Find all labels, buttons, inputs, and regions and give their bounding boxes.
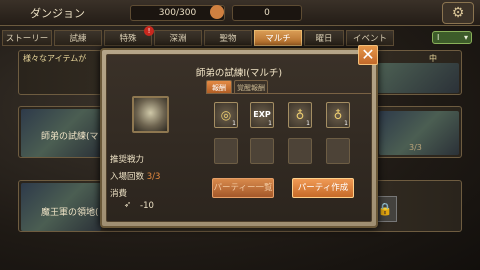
page-select[interactable]: I ▾	[432, 31, 472, 44]
create-party-button[interactable]: パーティ作成	[292, 178, 354, 198]
dungeon-name: 魔王軍の領地(し	[41, 208, 108, 218]
cost-label: 消費	[110, 189, 128, 199]
tab-story[interactable]: ストーリー	[2, 30, 52, 46]
reward-tabs: 報酬 覚醒報酬	[206, 80, 371, 94]
reward-slot[interactable]: ♁ 1	[326, 102, 350, 128]
tab-awakening-reward[interactable]: 覚醒報酬	[234, 80, 268, 94]
tab-weekday[interactable]: 曜日	[304, 30, 344, 46]
tab-special[interactable]: 特殊!	[104, 26, 154, 46]
reward-slot[interactable]: EXP 1	[250, 102, 274, 128]
banner-text: 様々なアイテムが	[23, 54, 87, 63]
tab-event[interactable]: イベント	[346, 30, 394, 46]
tab-reward[interactable]: 報酬	[206, 80, 232, 94]
notification-badge: !	[144, 26, 154, 36]
add-stamina-icon[interactable]	[210, 5, 224, 19]
tab-relic[interactable]: 聖物	[204, 30, 252, 46]
dungeon-name: 師弟の試練(マ	[41, 132, 99, 142]
stamina-cost-icon: ➶	[124, 200, 132, 210]
reward-slot[interactable]: ◎ 1	[214, 102, 238, 128]
entries-value: 3/3	[146, 172, 161, 182]
menu-button[interactable]: ⚙	[442, 2, 474, 24]
currency-value: 0	[264, 8, 270, 18]
reward-slot[interactable]: ♁ 1	[288, 102, 312, 128]
empty-reward-slot	[326, 138, 350, 164]
currency-counter: 0	[232, 5, 302, 21]
party-list-button[interactable]: パーティー一覧	[212, 178, 274, 198]
chevron-down-icon: ▾	[463, 33, 468, 42]
stamina-value: 300/300	[158, 8, 197, 18]
close-icon: ✕	[361, 45, 375, 64]
tab-trial[interactable]: 試練	[54, 30, 102, 46]
empty-reward-slot	[250, 138, 274, 164]
entry-progress: 3/3	[409, 143, 422, 152]
tab-multi[interactable]: マルチ	[254, 30, 302, 46]
empty-reward-slot	[214, 138, 238, 164]
top-bar: ダンジョン 300/300 0 ⚙	[0, 0, 480, 26]
page-title: ダンジョン	[30, 7, 85, 20]
entries-label: 入場回数 3/3	[110, 172, 161, 182]
cost-value: -10	[140, 201, 154, 211]
boss-portrait	[132, 96, 169, 133]
power-label: 推奨戦力	[110, 155, 145, 165]
empty-reward-slot	[288, 138, 312, 164]
gear-icon: ⚙	[451, 5, 465, 21]
dialog-title: 師弟の試練I(マルチ)	[195, 68, 283, 79]
tab-abyss[interactable]: 深淵	[154, 30, 202, 46]
tab-bar: ストーリー 試練 特殊! 深淵 聖物 マルチ 曜日 イベント	[0, 26, 480, 46]
close-button[interactable]: ✕	[358, 45, 378, 65]
dungeon-detail-dialog: 師弟の試練I(マルチ) 推奨戦力 入場回数 3/3 消費 ➶ -10 報酬 覚醒…	[100, 48, 378, 228]
